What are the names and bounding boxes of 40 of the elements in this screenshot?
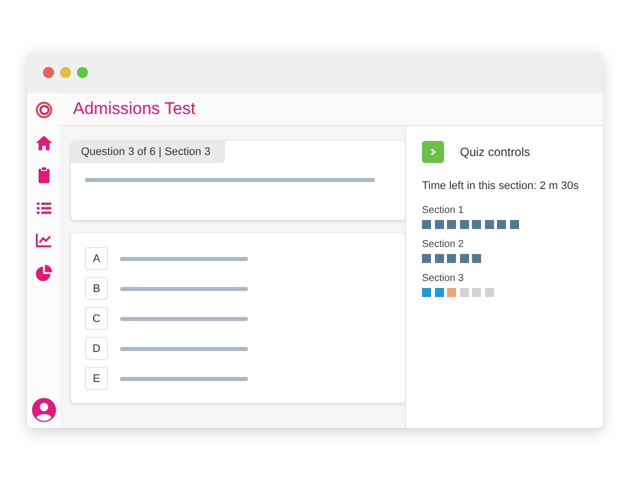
question-marker[interactable] bbox=[422, 288, 431, 297]
home-icon[interactable] bbox=[34, 134, 52, 152]
question-marker[interactable] bbox=[510, 220, 518, 229]
minimize-dot-icon[interactable] bbox=[60, 67, 71, 78]
option-button[interactable]: E bbox=[85, 367, 108, 390]
option-button[interactable]: A bbox=[85, 247, 108, 270]
page-title: Admissions Test bbox=[73, 99, 196, 119]
section-label: Section 2 bbox=[422, 239, 465, 250]
option-button[interactable]: B bbox=[85, 277, 108, 300]
chevron-right-icon bbox=[429, 148, 437, 156]
option-button[interactable]: C bbox=[85, 307, 108, 330]
question-marker[interactable] bbox=[422, 220, 431, 229]
question-marker[interactable] bbox=[460, 288, 468, 297]
question-marker[interactable] bbox=[422, 254, 431, 263]
pie-chart-icon[interactable] bbox=[34, 264, 52, 282]
question-marker[interactable] bbox=[460, 254, 468, 263]
question-marker[interactable] bbox=[472, 254, 481, 263]
section-label: Section 1 bbox=[422, 205, 465, 216]
option-button[interactable]: D bbox=[85, 337, 108, 360]
question-marker[interactable] bbox=[447, 288, 456, 297]
maximize-dot-icon[interactable] bbox=[77, 67, 88, 78]
question-marker[interactable] bbox=[447, 220, 456, 229]
question-marker[interactable] bbox=[472, 220, 481, 229]
close-dot-icon[interactable] bbox=[43, 67, 54, 78]
user-avatar-icon[interactable] bbox=[32, 398, 56, 422]
question-marker[interactable] bbox=[434, 254, 444, 263]
panel-title: Quiz controls bbox=[460, 145, 530, 159]
time-left-text: Time left in this section: 2 m 30s bbox=[422, 180, 580, 192]
question-marker[interactable] bbox=[484, 220, 494, 229]
chart-icon[interactable] bbox=[34, 231, 52, 249]
question-marker[interactable] bbox=[460, 220, 468, 229]
question-marker[interactable] bbox=[434, 220, 444, 229]
expand-button[interactable] bbox=[422, 141, 444, 163]
question-marker[interactable] bbox=[434, 288, 444, 297]
question-marker[interactable] bbox=[447, 254, 456, 263]
question-marker[interactable] bbox=[484, 288, 494, 297]
question-marker[interactable] bbox=[497, 220, 506, 229]
section-label: Section 3 bbox=[422, 273, 465, 284]
logo-icon bbox=[34, 101, 52, 119]
question-marker[interactable] bbox=[472, 288, 481, 297]
